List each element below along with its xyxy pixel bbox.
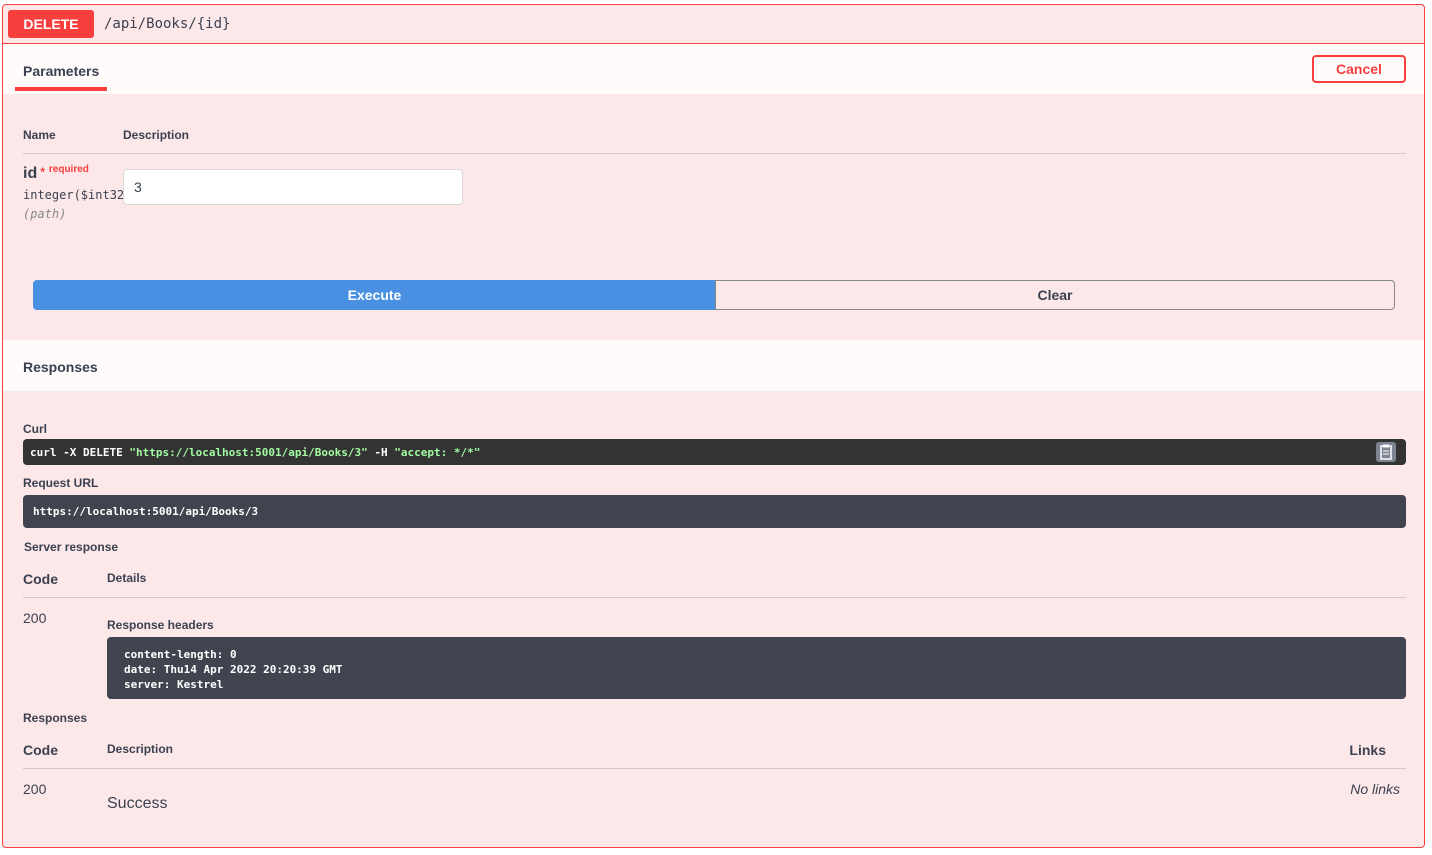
divider [23,597,1406,598]
id-input[interactable] [123,169,463,205]
tab-parameters[interactable]: Parameters [23,63,99,79]
column-header-details: Details [107,571,147,585]
divider [23,768,1406,769]
response-links: No links [1350,781,1400,797]
request-url: https://localhost:5001/api/Books/3 [23,495,1406,528]
copy-to-clipboard-icon[interactable] [1376,442,1396,462]
column-header-description: Description [107,742,174,756]
server-response-label: Server response [24,540,119,554]
param-location: (path) [23,207,67,221]
curl-label: Curl [23,422,47,436]
server-response-code: 200 [23,610,47,626]
method-badge: DELETE [8,10,94,38]
tab-underline [15,87,107,91]
responses-title: Responses [23,359,98,375]
column-header-links: Links [1349,742,1386,758]
curl-url: "https://localhost:5001/api/Books/3" [129,446,368,459]
header-line: server: Kestrel [124,678,224,691]
required-star: * [40,165,45,179]
delete-operation-block: DELETE /api/Books/{id} Parameters Cancel… [2,4,1425,848]
operation-path: /api/Books/{id} [104,16,231,32]
responses-label: Responses [23,711,88,725]
column-header-name: Name [23,128,56,142]
param-name-label: id [23,165,38,182]
curl-header: "accept: */*" [394,446,481,459]
parameters-header: Parameters Cancel [3,44,1424,94]
column-header-code: Code [23,742,58,758]
header-line: date: Thu14 Apr 2022 20:20:39 GMT [124,663,343,676]
curl-flag: -H [367,446,395,459]
param-name-id: id * required [23,164,89,183]
response-code: 200 [23,781,47,797]
operation-summary[interactable]: DELETE /api/Books/{id} [3,5,1424,44]
clear-button[interactable]: Clear [715,280,1395,310]
response-headers-label: Response headers [107,618,214,632]
curl-command[interactable]: curl -X DELETE "https://localhost:5001/a… [23,439,1406,465]
column-header-code: Code [23,571,58,587]
curl-prefix: curl -X DELETE [30,446,130,459]
required-label: required [48,164,89,175]
column-header-description: Description [123,128,190,142]
responses-header: Responses [3,340,1424,392]
param-type: integer($int32) [23,188,132,202]
header-line: content-length: 0 [124,648,237,661]
execute-button[interactable]: Execute [33,280,716,310]
response-headers: content-length: 0 date: Thu14 Apr 2022 2… [107,637,1406,699]
cancel-button[interactable]: Cancel [1312,55,1406,83]
divider [23,153,1406,154]
response-description: Success [107,795,168,812]
request-url-label: Request URL [23,476,99,490]
